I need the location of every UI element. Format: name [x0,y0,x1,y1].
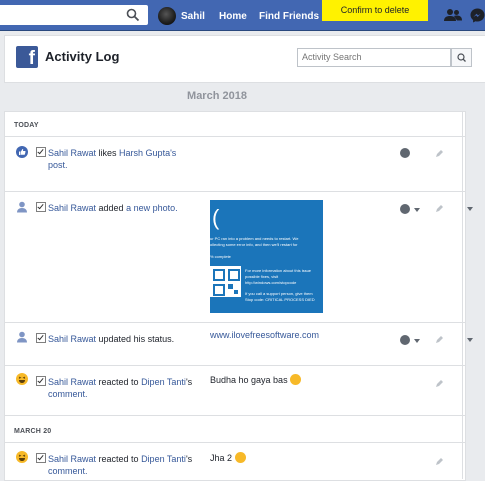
friend-requests-icon[interactable] [444,8,462,22]
haha-icon [16,451,28,463]
person-icon [17,331,27,343]
activity-log-header: f Activity Log [4,35,485,83]
select-checkbox[interactable] [36,333,46,343]
search-bar[interactable] [0,5,148,25]
comment-link[interactable]: comment. [48,466,88,476]
entry-text: Sahil Rawat added a new photo. [48,203,178,213]
search-icon [457,53,466,62]
facebook-logo-icon[interactable]: f [16,46,38,68]
profile-name: Sahil [181,10,205,22]
shared-photo[interactable]: ( ur PC ran into a problem and needs to … [210,200,323,313]
privacy-globe-icon[interactable] [400,148,410,158]
edit-pencil-icon[interactable] [435,149,444,158]
select-checkbox[interactable] [36,147,46,157]
select-checkbox[interactable] [36,376,46,386]
edit-pencil-icon[interactable] [435,457,444,466]
column-divider [462,111,463,479]
entry-text: Sahil Rawat reacted to Dipen Tanti's comm… [48,377,193,399]
confirm-to-delete-note: Confirm to delete [322,0,428,21]
edit-pencil-icon[interactable] [435,204,444,213]
edit-pencil-icon[interactable] [435,379,444,388]
laughing-emoji-icon [290,374,302,385]
entry-text: Sahil Rawat updated his status. [48,334,175,344]
list-item: Sahil Rawat reacted to Dipen Tanti's comm… [5,442,465,480]
month-heading: March 2018 [187,90,247,102]
actor-link[interactable]: Sahil Rawat [48,148,96,158]
actor-link[interactable]: Sahil Rawat [48,334,96,344]
divider [5,415,465,416]
activity-search-box[interactable] [297,48,451,67]
avatar [158,7,176,25]
select-checkbox[interactable] [36,202,46,212]
section-heading-today: TODAY [14,122,39,129]
messenger-icon[interactable] [470,8,485,23]
row-options-caret-icon[interactable] [467,338,473,342]
status-content: www.ilovefreesoftware.com [210,330,320,340]
entry-text: Sahil Rawat likes Harsh Gupta's post. [48,148,177,170]
select-checkbox[interactable] [36,453,46,463]
haha-icon [16,373,28,385]
profile-link[interactable]: Sahil [158,7,205,25]
top-navigation-bar: Sahil Home Find Friends Confirm to delet… [0,0,485,31]
photo-sad-face: ( [212,205,220,230]
section-heading-march-20: MARCH 20 [14,428,52,435]
activity-list: TODAY Sahil Rawat likes Harsh Gupta's pos… [4,111,466,481]
row-options-caret-icon[interactable] [467,207,473,211]
target-link[interactable]: Dipen Tanti [141,377,186,387]
activity-search-button[interactable] [451,48,472,67]
privacy-dropdown-icon[interactable] [414,339,420,343]
actor-link[interactable]: Sahil Rawat [48,454,96,464]
target-link[interactable]: a new photo. [126,203,178,213]
activity-search-input[interactable] [298,49,442,64]
list-item: Sahil Rawat likes Harsh Gupta's post. [5,136,465,191]
comment-content: Jha 2 [210,452,246,463]
comment-link[interactable]: comment. [48,389,88,399]
privacy-globe-icon[interactable] [400,335,410,345]
page-title: Activity Log [45,49,120,64]
privacy-globe-icon[interactable] [400,204,410,214]
person-icon [17,201,27,213]
actor-link[interactable]: Sahil Rawat [48,203,96,213]
home-link[interactable]: Home [219,11,247,22]
search-input[interactable] [4,5,118,25]
smiling-emoji-icon [234,452,246,463]
target-link[interactable]: Harsh Gupta's [119,148,176,158]
comment-content: Budha ho gaya bas [210,374,302,385]
entry-text: Sahil Rawat reacted to Dipen Tanti's comm… [48,454,193,476]
target-link[interactable]: Dipen Tanti [141,454,186,464]
edit-pencil-icon[interactable] [435,335,444,344]
post-link[interactable]: post. [48,160,68,170]
list-item: Sahil Rawat reacted to Dipen Tanti's comm… [5,365,465,415]
search-icon[interactable] [126,8,140,22]
photo-qr-code [210,266,241,297]
list-item: Sahil Rawat updated his status. www.ilov… [5,322,465,365]
actor-link[interactable]: Sahil Rawat [48,377,96,387]
like-icon [16,146,28,158]
privacy-dropdown-icon[interactable] [414,208,420,212]
find-friends-link[interactable]: Find Friends [259,11,319,22]
